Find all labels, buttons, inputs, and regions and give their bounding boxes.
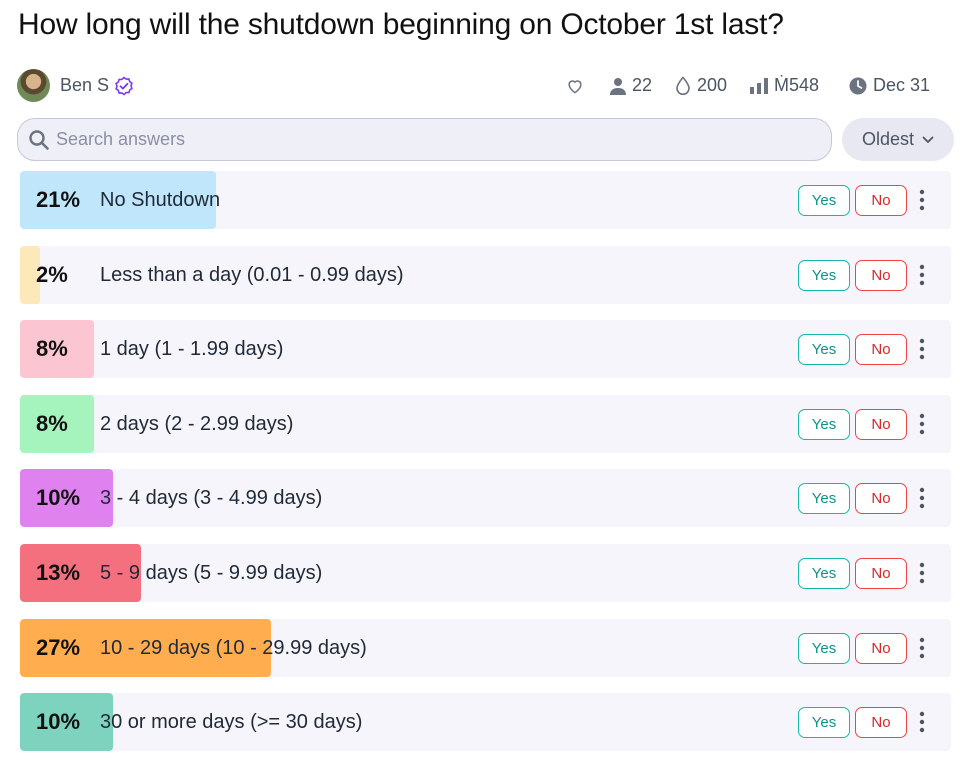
more-options-icon[interactable] <box>913 709 931 735</box>
market-info-row: Ben S 22 200 Ṁ548 Dec 31 <box>17 68 957 104</box>
close-date-value: Dec 31 <box>873 75 931 95</box>
answer-label: 1 day (1 - 1.99 days) <box>100 338 284 360</box>
close-date-stat: Dec 31 <box>849 75 930 96</box>
yes-button[interactable]: Yes <box>798 185 850 216</box>
more-options-icon[interactable] <box>913 336 931 362</box>
traders-count: 22 <box>610 75 652 96</box>
answer-probability: 8% <box>36 336 68 361</box>
search-icon <box>29 130 49 150</box>
answer-row[interactable]: 13% 5 - 9 days (5 - 9.99 days) Yes No <box>20 544 951 602</box>
more-options-icon[interactable] <box>913 262 931 288</box>
no-button[interactable]: No <box>855 633 907 664</box>
more-options-icon[interactable] <box>913 485 931 511</box>
no-button[interactable]: No <box>855 334 907 365</box>
answer-row[interactable]: 10% 3 - 4 days (3 - 4.99 days) Yes No <box>20 469 951 527</box>
answer-row[interactable]: 8% 2 days (2 - 2.99 days) Yes No <box>20 395 951 453</box>
no-button[interactable]: No <box>855 707 907 738</box>
answer-row[interactable]: 27% 10 - 29 days (10 - 29.99 days) Yes No <box>20 619 951 677</box>
avatar[interactable] <box>17 69 50 102</box>
answer-probability: 13% <box>36 560 81 585</box>
user-icon <box>610 77 626 95</box>
no-button[interactable]: No <box>855 260 907 291</box>
answer-label: 30 or more days (>= 30 days) <box>100 711 363 733</box>
verified-badge-icon <box>115 76 133 96</box>
droplet-icon <box>676 75 690 95</box>
more-options-icon[interactable] <box>913 635 931 661</box>
answer-probability: 27% <box>36 635 81 660</box>
answer-probability: 21% <box>36 187 81 212</box>
answer-label: 5 - 9 days (5 - 9.99 days) <box>100 562 323 584</box>
answer-probability: 2% <box>36 262 68 287</box>
traders-value: 22 <box>632 75 653 95</box>
volume-value: 200 <box>697 75 728 95</box>
more-options-icon[interactable] <box>913 411 931 437</box>
answer-label: Less than a day (0.01 - 0.99 days) <box>100 264 404 286</box>
clock-icon <box>849 77 867 94</box>
search-box[interactable] <box>17 118 832 161</box>
answer-label: 3 - 4 days (3 - 4.99 days) <box>100 487 323 509</box>
more-options-icon[interactable] <box>913 560 931 586</box>
answer-probability: 10% <box>36 485 81 510</box>
chevron-down-icon <box>922 136 934 143</box>
sort-dropdown[interactable]: Oldest <box>842 118 954 161</box>
heart-icon <box>568 80 582 94</box>
no-button[interactable]: No <box>855 409 907 440</box>
no-button[interactable]: No <box>855 483 907 514</box>
more-options-icon[interactable] <box>913 187 931 213</box>
liquidity-stat: Ṁ548 <box>750 75 819 96</box>
answer-label: 10 - 29 days (10 - 29.99 days) <box>100 637 367 659</box>
volume-stat: 200 <box>675 75 727 96</box>
answer-row[interactable]: 10% 30 or more days (>= 30 days) Yes No <box>20 693 951 751</box>
answer-row[interactable]: 21% No Shutdown Yes No <box>20 171 951 229</box>
yes-button[interactable]: Yes <box>798 558 850 589</box>
yes-button[interactable]: Yes <box>798 334 850 365</box>
market-title: How long will the shutdown beginning on … <box>18 8 784 41</box>
answer-probability: 10% <box>36 709 81 734</box>
answer-label: No Shutdown <box>100 189 221 211</box>
like-button[interactable] <box>565 76 585 96</box>
yes-button[interactable]: Yes <box>798 409 850 440</box>
answer-row[interactable]: 8% 1 day (1 - 1.99 days) Yes No <box>20 320 951 378</box>
answer-row[interactable]: 2% Less than a day (0.01 - 0.99 days) Yes N… <box>20 246 951 304</box>
sort-label: Oldest <box>861 129 915 149</box>
yes-button[interactable]: Yes <box>798 707 850 738</box>
yes-button[interactable]: Yes <box>798 483 850 514</box>
yes-button[interactable]: Yes <box>798 633 850 664</box>
author-name[interactable]: Ben S <box>60 75 109 96</box>
liquidity-value: Ṁ548 <box>774 75 820 95</box>
bar-chart-icon <box>750 77 768 94</box>
yes-button[interactable]: Yes <box>798 260 850 291</box>
answer-probability: 8% <box>36 411 68 436</box>
search-input[interactable] <box>56 119 816 160</box>
answer-label: 2 days (2 - 2.99 days) <box>100 413 294 435</box>
no-button[interactable]: No <box>855 558 907 589</box>
no-button[interactable]: No <box>855 185 907 216</box>
